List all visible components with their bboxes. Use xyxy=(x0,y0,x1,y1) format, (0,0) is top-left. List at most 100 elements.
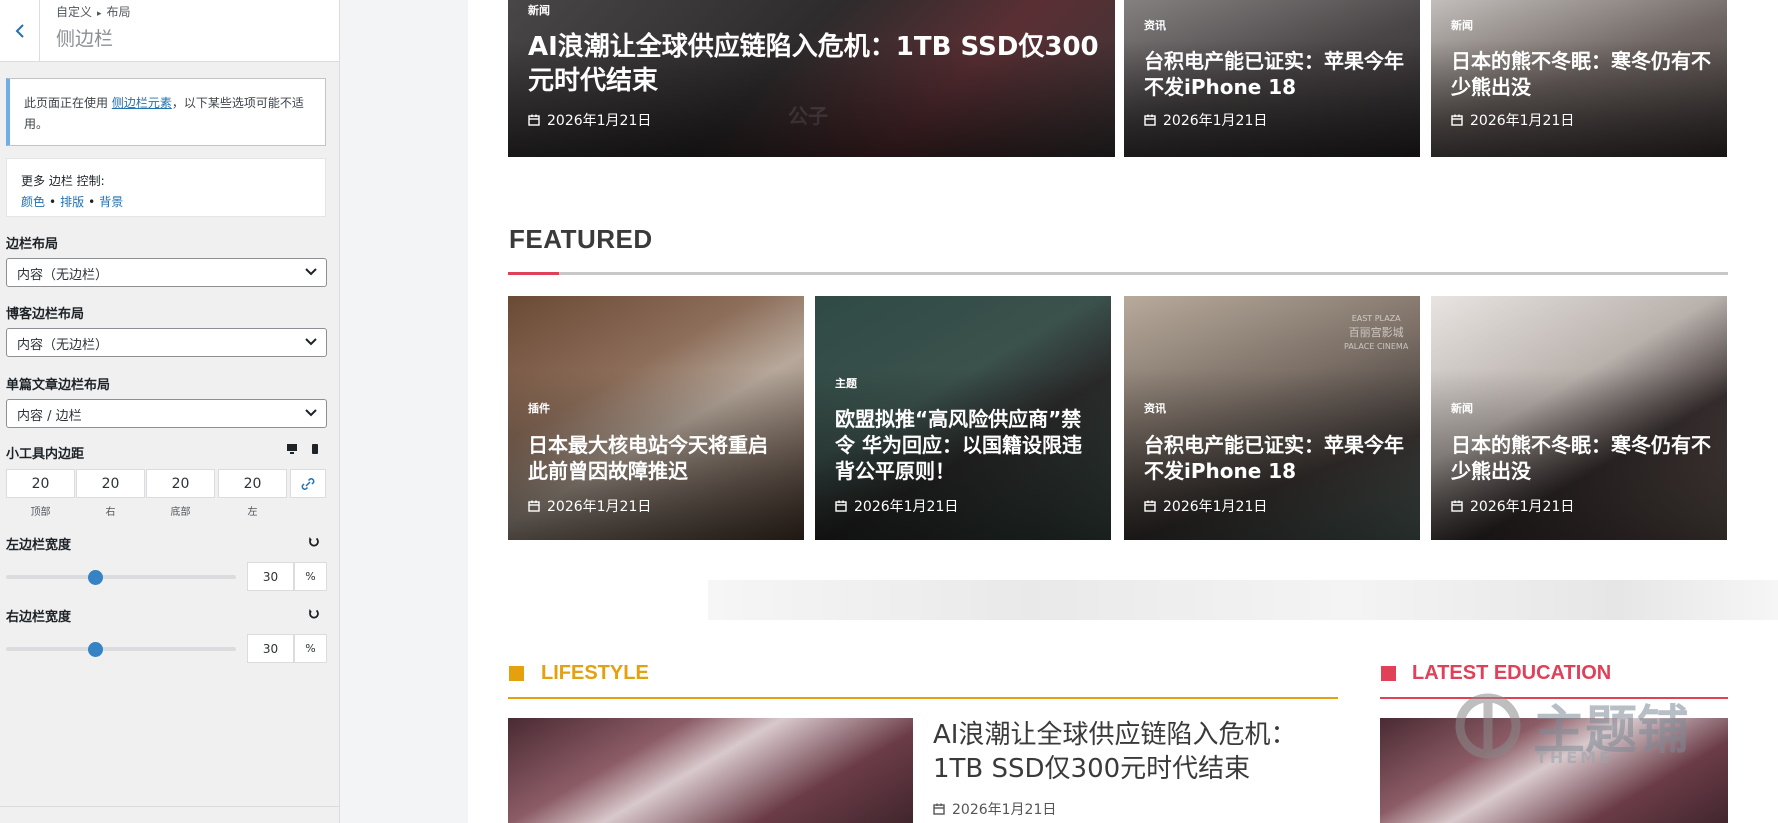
post-date: 2026年1月21日 xyxy=(835,496,958,516)
post-category[interactable]: 资讯 xyxy=(1144,400,1166,416)
blog-sidebar-layout-value: 内容（无边栏） xyxy=(17,338,109,353)
typography-link[interactable]: 排版 xyxy=(60,195,84,209)
post-card[interactable]: 主题 欧盟拟推“高风险供应商”禁令 华为回应：以国籍设限违背公平原则！ 2026… xyxy=(815,296,1111,540)
breadcrumb-separator: ▸ xyxy=(97,9,102,19)
education-square-icon xyxy=(1381,666,1396,681)
right-sidebar-width-input[interactable]: 30 xyxy=(247,634,294,663)
customizer-header: 自定义 ▸ 布局 侧边栏 xyxy=(0,0,339,62)
notice-prefix: 此页面正在使用 xyxy=(24,96,109,110)
post-date-text: 2026年1月21日 xyxy=(854,499,959,515)
breadcrumb: 自定义 ▸ 布局 xyxy=(56,3,131,20)
sidebar-layout-label: 边栏布局 xyxy=(6,237,59,252)
single-sidebar-layout-select[interactable]: 内容 / 边栏 xyxy=(6,399,327,428)
mobile-icon[interactable] xyxy=(311,443,319,455)
panel-title: 侧边栏 xyxy=(56,28,114,50)
post-title[interactable]: 台积电产能已证实：苹果今年不发iPhone 18 xyxy=(1144,48,1406,100)
calendar-icon xyxy=(835,500,847,512)
divider xyxy=(0,806,339,807)
post-date-text: 2026年1月21日 xyxy=(1470,113,1575,129)
padding-caption-left: 左 xyxy=(247,507,258,518)
padding-right-input[interactable]: 20 xyxy=(76,469,145,498)
chevron-down-icon xyxy=(305,409,317,417)
left-sidebar-width-input[interactable]: 30 xyxy=(247,562,294,591)
post-title[interactable]: AI浪潮让全球供应链陷入危机：1TB SSD仅300元时代结束 xyxy=(528,30,1101,98)
reset-icon[interactable] xyxy=(308,608,320,620)
more-controls-box: 更多 边栏 控制: 颜色 • 排版 • 背景 xyxy=(6,158,326,217)
padding-caption-right: 右 xyxy=(105,507,116,518)
cinema-sign: EAST PLAZA 百丽宫影城 PALACE CINEMA xyxy=(1344,312,1408,354)
right-sidebar-width-slider[interactable] xyxy=(6,647,236,651)
post-title[interactable]: 日本的熊不冬眠：寒冬仍有不少熊出没 xyxy=(1451,432,1713,484)
post-category[interactable]: 插件 xyxy=(528,400,550,416)
calendar-icon xyxy=(1144,500,1156,512)
cinema-sign-line-3: PALACE CINEMA xyxy=(1344,342,1409,351)
post-date: 2026年1月21日 xyxy=(528,110,651,130)
calendar-icon xyxy=(1451,114,1463,126)
sidebar-element-link[interactable]: 侧边栏元素 xyxy=(112,96,172,110)
single-sidebar-layout-value: 内容 / 边栏 xyxy=(17,409,82,424)
breadcrumb-leaf: 布局 xyxy=(106,5,131,19)
calendar-icon xyxy=(933,803,945,815)
link-values-button[interactable] xyxy=(290,469,326,498)
left-sidebar-width-unit[interactable]: % xyxy=(294,562,327,591)
site-content: 公子 新闻 AI浪潮让全球供应链陷入危机：1TB SSD仅300元时代结束 20… xyxy=(468,0,1778,823)
post-title[interactable]: 台积电产能已证实：苹果今年不发iPhone 18 xyxy=(1144,432,1406,484)
background-band-image xyxy=(708,580,1778,620)
sidebar-element-notice: 此页面正在使用 侧边栏元素，以下某些选项可能不适用。 xyxy=(6,78,326,146)
lifestyle-post-image[interactable] xyxy=(508,718,913,823)
post-date-text: 2026年1月21日 xyxy=(547,499,652,515)
post-card[interactable]: 公子 新闻 AI浪潮让全球供应链陷入危机：1TB SSD仅300元时代结束 20… xyxy=(508,0,1115,157)
post-date: 2026年1月21日 xyxy=(1144,110,1267,130)
padding-top-input[interactable]: 20 xyxy=(6,469,75,498)
desktop-icon[interactable] xyxy=(286,443,298,455)
lifestyle-divider xyxy=(508,697,1338,699)
single-sidebar-layout-label: 单篇文章边栏布局 xyxy=(6,378,111,393)
post-category[interactable]: 新闻 xyxy=(1451,400,1473,416)
right-sidebar-width-unit[interactable]: % xyxy=(294,634,327,663)
post-title[interactable]: 日本的熊不冬眠：寒冬仍有不少熊出没 xyxy=(1451,48,1713,100)
post-card[interactable]: 资讯 台积电产能已证实：苹果今年不发iPhone 18 2026年1月21日 xyxy=(1124,0,1420,157)
post-card[interactable]: EAST PLAZA 百丽宫影城 PALACE CINEMA 资讯 台积电产能已… xyxy=(1124,296,1420,540)
lifestyle-post-title[interactable]: AI浪潮让全球供应链陷入危机：1TB SSD仅300元时代结束 xyxy=(933,718,1313,786)
left-sidebar-width-label: 左边栏宽度 xyxy=(6,538,72,553)
post-category[interactable]: 主题 xyxy=(835,375,857,391)
lifestyle-square-icon xyxy=(509,666,524,681)
featured-accent-bar xyxy=(508,272,559,275)
background-link[interactable]: 背景 xyxy=(99,195,123,209)
padding-caption-top: 顶部 xyxy=(30,507,51,518)
back-button[interactable] xyxy=(0,0,40,62)
lifestyle-post-date-text: 2026年1月21日 xyxy=(952,802,1057,818)
padding-left-input[interactable]: 20 xyxy=(218,469,287,498)
theme-logo-watermark: 主题铺 THEME xyxy=(1448,680,1748,770)
right-sidebar-width-label: 右边栏宽度 xyxy=(6,610,72,625)
featured-divider xyxy=(508,272,1728,275)
post-date-text: 2026年1月21日 xyxy=(547,113,652,129)
sidebar-layout-select[interactable]: 内容（无边栏） xyxy=(6,258,327,287)
left-sidebar-width-slider[interactable] xyxy=(6,575,236,579)
calendar-icon xyxy=(528,114,540,126)
post-card[interactable]: 插件 日本最大核电站今天将重启 此前曾因故障推迟 2026年1月21日 xyxy=(508,296,804,540)
link-icon xyxy=(301,477,315,490)
right-sidebar-width-handle[interactable] xyxy=(88,642,104,657)
post-date: 2026年1月21日 xyxy=(1144,496,1267,516)
customizer-panel: 自定义 ▸ 布局 侧边栏 此页面正在使用 侧边栏元素，以下某些选项可能不适用。 更多… xyxy=(0,0,340,823)
featured-heading: FEATURED xyxy=(509,224,653,254)
post-card[interactable]: 新闻 日本的熊不冬眠：寒冬仍有不少熊出没 2026年1月21日 xyxy=(1431,296,1727,540)
post-category[interactable]: 新闻 xyxy=(528,2,550,18)
post-category[interactable]: 资讯 xyxy=(1144,17,1166,33)
padding-bottom-input[interactable]: 20 xyxy=(146,469,215,498)
post-title[interactable]: 日本最大核电站今天将重启 此前曾因故障推迟 xyxy=(528,432,790,484)
calendar-icon xyxy=(1144,114,1156,126)
post-title[interactable]: 欧盟拟推“高风险供应商”禁令 华为回应：以国籍设限违背公平原则！ xyxy=(835,406,1097,484)
blog-sidebar-layout-select[interactable]: 内容（无边栏） xyxy=(6,328,327,357)
post-date: 2026年1月21日 xyxy=(1451,110,1574,130)
post-category[interactable]: 新闻 xyxy=(1451,17,1473,33)
logo-mark-icon xyxy=(1455,693,1521,759)
calendar-icon xyxy=(1451,500,1463,512)
color-link[interactable]: 颜色 xyxy=(21,195,45,209)
reset-icon[interactable] xyxy=(308,536,320,548)
breadcrumb-root: 自定义 xyxy=(56,5,93,19)
left-sidebar-width-handle[interactable] xyxy=(88,570,104,585)
logo-subtext: THEME xyxy=(1536,748,1614,767)
post-card[interactable]: 新闻 日本的熊不冬眠：寒冬仍有不少熊出没 2026年1月21日 xyxy=(1431,0,1727,157)
